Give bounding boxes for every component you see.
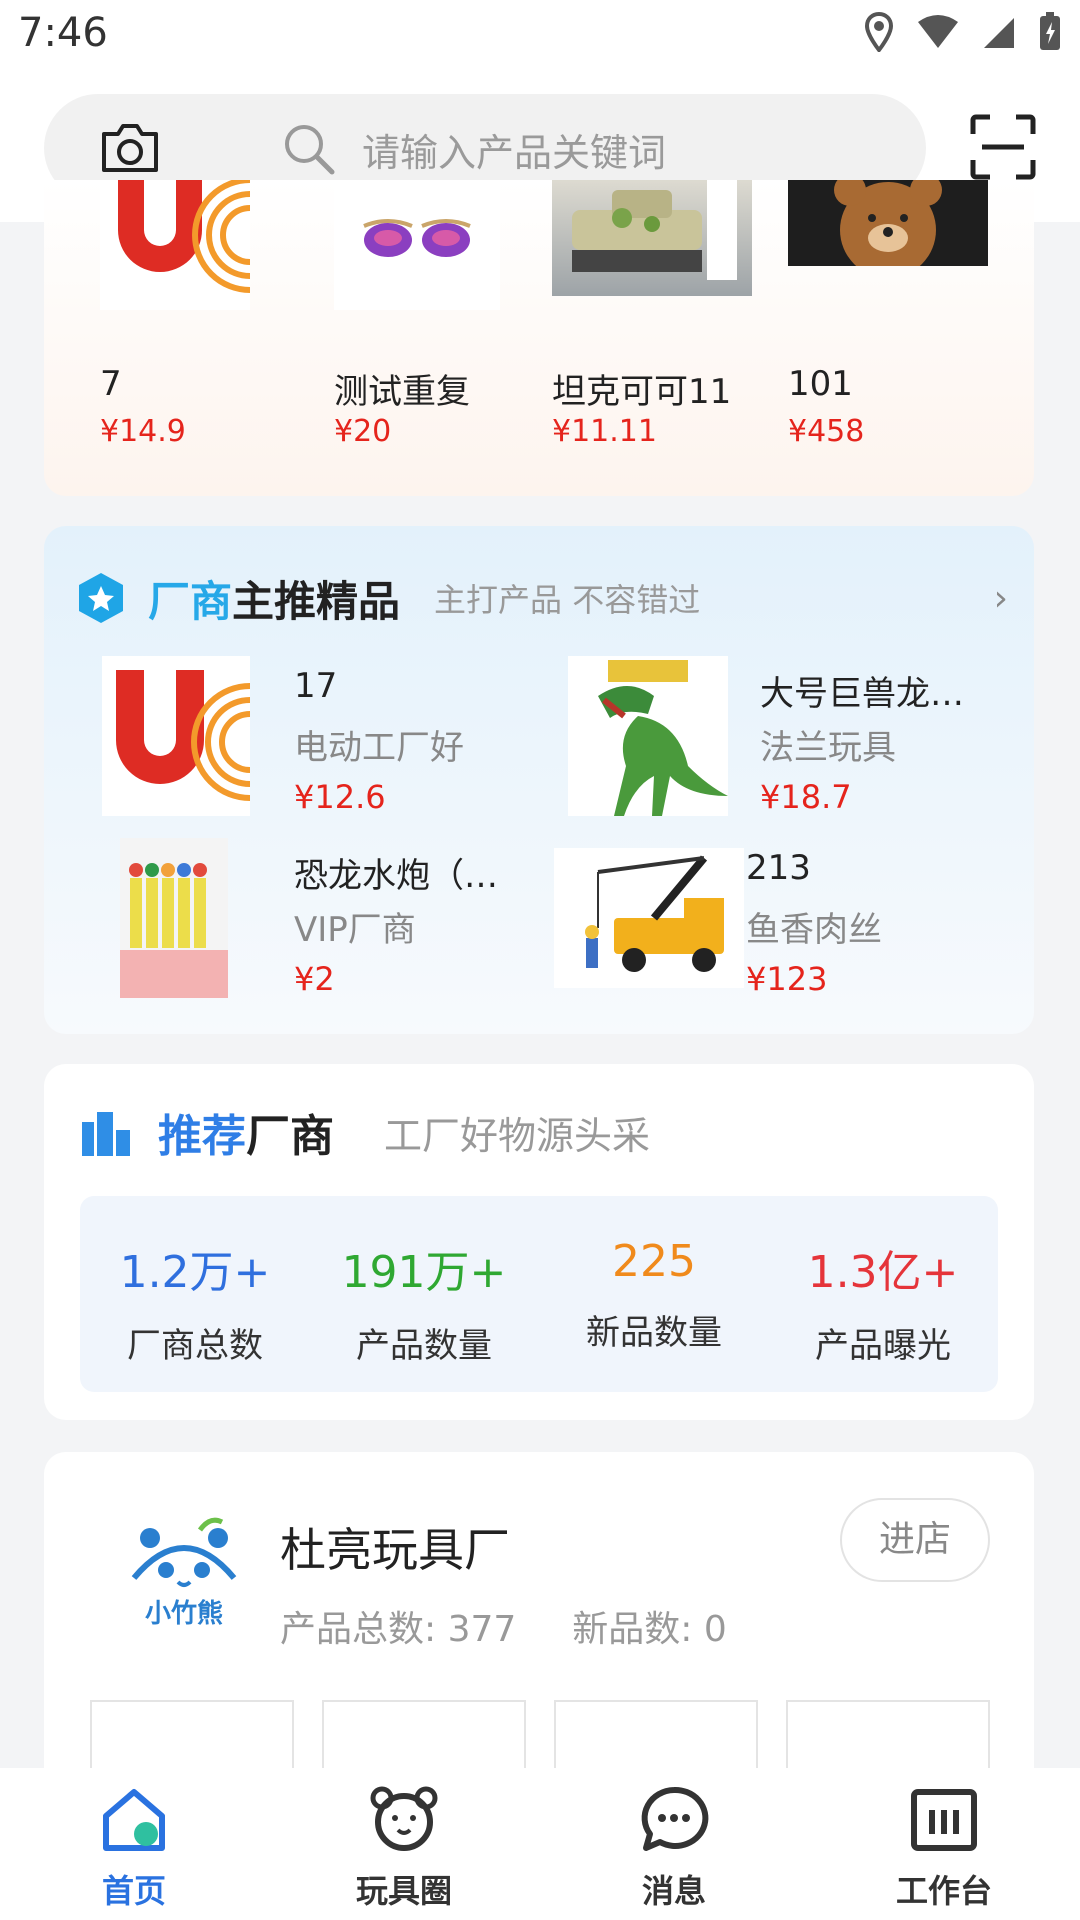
featured-header[interactable]: 厂商主推精品 主打产品 不容错过 (76, 568, 700, 628)
featured-item[interactable]: 恐龙水炮（… VIP厂商 ¥2 (102, 838, 552, 1008)
chevron-right-icon[interactable]: › (994, 578, 1008, 619)
featured-item-seller: VIP厂商 (294, 910, 416, 950)
featured-item-price: ¥12.6 (294, 778, 386, 816)
bear-icon (370, 1786, 438, 1851)
product-price: ¥14.9 (100, 414, 186, 449)
featured-item-seller: 电动工厂好 (294, 728, 464, 768)
product-name: 101 (788, 364, 853, 404)
product-name: 坦克可可11 (552, 372, 732, 412)
wifi-icon (918, 15, 958, 48)
bottom-tab-bar: 首页 玩具圈 消息 工作台 (0, 1768, 1080, 1920)
status-time: 7:46 (18, 10, 108, 56)
featured-item-price: ¥123 (746, 960, 828, 998)
featured-item[interactable]: 213 鱼香肉丝 ¥123 (554, 838, 1004, 1008)
tab-workbench[interactable]: 工作台 (834, 1784, 1054, 1912)
stat-value: 1.3亿+ (807, 1247, 959, 1298)
product-image (100, 180, 251, 310)
stat-label: 新品数量 (586, 1313, 722, 1353)
product-image (568, 656, 728, 816)
dashboard-icon (911, 1789, 977, 1851)
featured-item-seller: 鱼香肉丝 (746, 910, 882, 950)
status-icons (864, 12, 1062, 52)
battery-icon (1040, 12, 1060, 50)
stat-label: 产品曝光 (815, 1326, 951, 1366)
featured-item-price: ¥18.7 (760, 778, 852, 816)
recommend-title-rest: 厂商 (246, 1111, 334, 1162)
product-image (552, 180, 752, 296)
tab-label: 首页 (101, 1872, 166, 1910)
product-name: 7 (100, 364, 122, 404)
search-icon (285, 125, 335, 175)
camera-icon[interactable] (98, 120, 162, 176)
stats-panel: 1.2万+ 厂商总数 191万+ 产品数量 225 新品数量 1.3亿+ 产品曝… (80, 1196, 998, 1392)
featured-title: 厂商主推精品 (148, 568, 400, 629)
buildings-icon (82, 1112, 130, 1156)
featured-subtitle: 主打产品 不容错过 (434, 581, 701, 619)
featured-title-rest: 主推精品 (232, 576, 401, 626)
hot-products-card: 7 ¥14.9 测试重复 ¥20 坦克可可11 ¥11.11 101 ¥458 (44, 180, 1034, 496)
enter-store-button[interactable]: 进店 (840, 1498, 990, 1582)
location-icon (864, 12, 894, 52)
featured-item[interactable]: 17 电动工厂好 ¥12.6 (102, 656, 552, 826)
product-price: ¥11.11 (552, 414, 657, 449)
featured-item-seller: 法兰玩具 (760, 728, 896, 768)
scan-icon[interactable] (970, 114, 1036, 180)
tab-label: 工作台 (895, 1872, 992, 1910)
stat-value: 191万+ (341, 1247, 507, 1298)
product-image (120, 838, 228, 998)
product-image (554, 848, 744, 988)
stat-value: 1.2万+ (119, 1247, 271, 1298)
product-image (102, 656, 251, 816)
search-input[interactable]: 请输入产品关键词 (362, 122, 666, 177)
product-name: 测试重复 (334, 372, 470, 412)
recommend-subtitle: 工厂好物源头采 (384, 1113, 651, 1158)
panda-logo-icon: 小竹熊 (131, 1517, 237, 1629)
featured-item-title: 213 (746, 848, 811, 888)
stat-exposure: 1.3亿+ 产品曝光 (768, 1236, 998, 1367)
tab-home[interactable]: 首页 (24, 1784, 244, 1912)
tab-messages[interactable]: 消息 (564, 1784, 784, 1912)
tab-toy-circle[interactable]: 玩具圈 (294, 1784, 514, 1912)
factory-new-products: 新品数: 0 (572, 1609, 727, 1650)
factory-card[interactable]: 小竹熊 杜亮玩具厂 产品总数: 377 新品数: 0 进店 (44, 1452, 1034, 1782)
recommend-factories-card: 推荐厂商 工厂好物源头采 1.2万+ 厂商总数 191万+ 产品数量 225 新… (44, 1064, 1034, 1420)
logo-text: 小竹熊 (145, 1598, 223, 1629)
factory-total-products: 产品总数: 377 (280, 1609, 517, 1650)
stat-product-count: 191万+ 产品数量 (309, 1236, 539, 1367)
featured-item-price: ¥2 (294, 960, 335, 998)
product-price: ¥20 (334, 414, 392, 449)
tab-label: 消息 (641, 1872, 706, 1910)
tab-label: 玩具圈 (355, 1872, 452, 1910)
chat-icon (641, 1786, 709, 1851)
factory-meta: 产品总数: 377 新品数: 0 (280, 1600, 783, 1652)
stat-new-count: 225 新品数量 (539, 1236, 769, 1354)
factory-logo: 小竹熊 (104, 1512, 264, 1652)
featured-item-title: 大号巨兽龙… (760, 674, 964, 714)
recommend-title-accent: 推荐 (158, 1111, 246, 1162)
home-icon (103, 1789, 165, 1851)
stat-value: 225 (612, 1236, 696, 1287)
recommend-header: 推荐厂商 工厂好物源头采 (80, 1100, 650, 1164)
stat-factory-count: 1.2万+ 厂商总数 (80, 1236, 310, 1367)
recommend-title: 推荐厂商 (158, 1100, 334, 1164)
featured-products-card: 厂商主推精品 主打产品 不容错过 › 17 电动工厂好 ¥12.6 大号巨兽龙…… (44, 526, 1034, 1034)
signal-icon (984, 18, 1014, 48)
product-image (334, 180, 500, 310)
featured-title-accent: 厂商 (148, 576, 233, 626)
product-price: ¥458 (788, 414, 865, 449)
factory-name: 杜亮玩具厂 (280, 1523, 510, 1577)
featured-item-title: 恐龙水炮（… (294, 856, 498, 896)
star-badge-icon (79, 573, 123, 623)
stat-label: 厂商总数 (127, 1326, 263, 1366)
product-image (788, 180, 988, 278)
featured-item-title: 17 (294, 666, 338, 706)
status-bar: 7:46 (0, 0, 1080, 80)
featured-item[interactable]: 大号巨兽龙… 法兰玩具 ¥18.7 (568, 656, 1018, 826)
stat-label: 产品数量 (356, 1326, 492, 1366)
